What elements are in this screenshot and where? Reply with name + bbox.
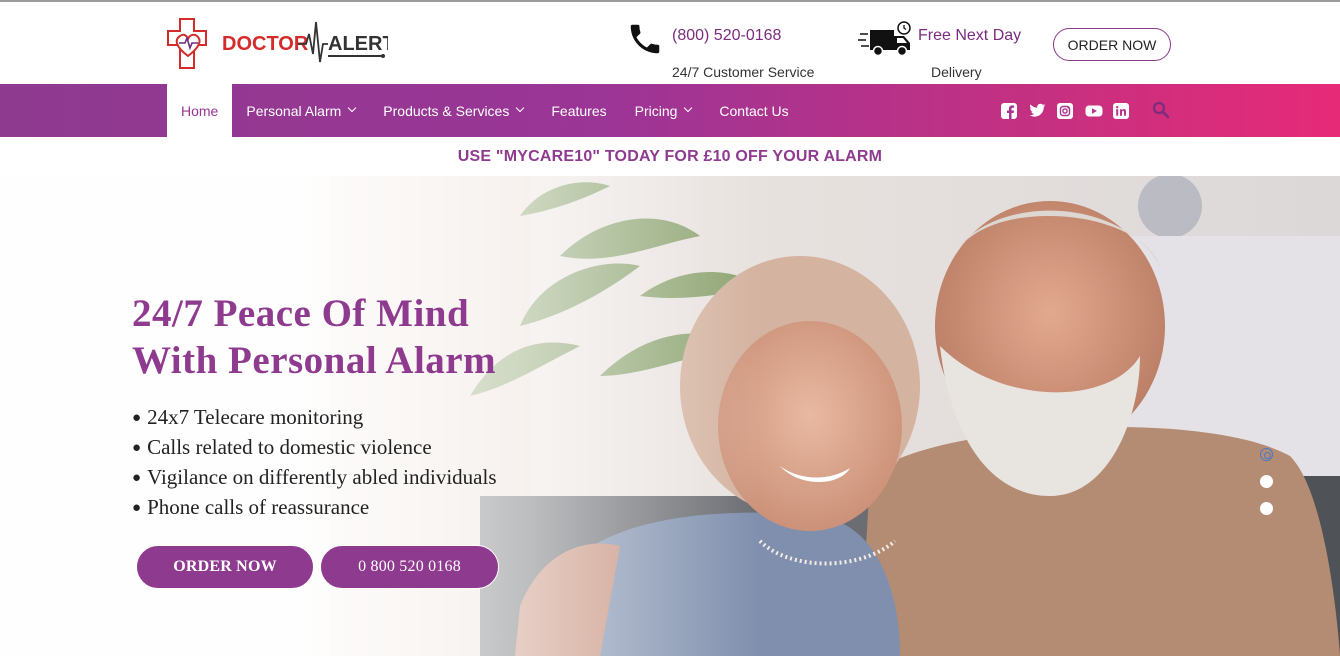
nav-item-label: Features [551, 102, 607, 119]
twitter-icon[interactable] [1029, 103, 1046, 119]
linkedin-icon[interactable] [1113, 103, 1129, 119]
doctor-alert-logo[interactable]: DOCTOR ALERT [166, 16, 388, 70]
social-links [1001, 103, 1129, 119]
slider-dots [1259, 446, 1275, 518]
slider-dot-1[interactable] [1260, 448, 1273, 461]
nav-item-label: Personal Alarm [246, 102, 342, 119]
list-item: Vigilance on differently abled individua… [132, 464, 496, 494]
logo-image: DOCTOR ALERT [167, 18, 388, 69]
slider-dot-3[interactable] [1260, 502, 1273, 515]
nav-item-label: Pricing [634, 102, 678, 119]
nav-item-personal-alarm[interactable]: Personal Alarm [232, 84, 369, 137]
svg-text:ALERT: ALERT [328, 33, 388, 55]
svg-text:DOCTOR: DOCTOR [222, 33, 309, 55]
hero-order-now-button[interactable]: ORDER NOW [136, 545, 314, 589]
promo-text: USE "MYCARE10" TODAY FOR £10 OFF YOUR AL… [457, 147, 883, 165]
header-order-now-button[interactable]: ORDER NOW [1053, 28, 1171, 61]
nav-menu: Home Personal Alarm Products & Services … [167, 84, 803, 137]
nav-item-features[interactable]: Features [537, 84, 620, 137]
delivery-truck-icon [858, 20, 914, 60]
list-item: Calls related to domestic violence [132, 434, 497, 464]
phone-number-link[interactable]: (800) 520-0168 [672, 27, 781, 45]
nav-item-pricing[interactable]: Pricing [621, 84, 706, 137]
youtube-icon[interactable] [1085, 103, 1103, 119]
nav-item-home[interactable]: Home [167, 84, 233, 137]
chevron-down-icon [348, 103, 357, 112]
delivery-title: Free Next Day [918, 27, 1022, 44]
nav-item-products-services[interactable]: Products & Services [369, 84, 537, 137]
customer-service-block: (800) 520-0168 24/7 Customer Service [626, 20, 836, 82]
hero-slider: 24/7 Peace Of Mind With Personal Alarm 2… [0, 176, 1340, 656]
search-icon[interactable] [1152, 101, 1170, 119]
hero-call-button[interactable]: 0 800 520 0168 [320, 545, 499, 589]
nav-item-contact-us[interactable]: Contact Us [705, 84, 802, 137]
hero-title: 24/7 Peace Of Mind With Personal Alarm [132, 290, 602, 384]
delivery-block: Free Next Day Delivery [858, 18, 1048, 82]
nav-item-label: Products & Services [383, 102, 510, 119]
customer-service-label: 24/7 Customer Service [672, 64, 815, 80]
hero-feature-list: 24x7 Telecare monitoring Calls related t… [132, 404, 497, 524]
slider-dot-2[interactable] [1260, 475, 1273, 488]
facebook-icon[interactable] [1001, 103, 1017, 119]
list-item: 24x7 Telecare monitoring [132, 404, 497, 434]
phone-icon [626, 20, 664, 58]
delivery-subtitle: Delivery [931, 64, 982, 80]
list-item: Phone calls of reassurance [132, 494, 497, 524]
hero-title-line: With Personal Alarm [132, 339, 497, 382]
chevron-down-icon [516, 103, 525, 112]
instagram-icon[interactable] [1057, 103, 1073, 119]
main-navigation: Home Personal Alarm Products & Services … [0, 84, 1340, 137]
site-header: DOCTOR ALERT (800) 520-0168 24/7 Custome… [0, 2, 1340, 84]
chevron-down-icon [684, 103, 693, 112]
promo-banner: USE "MYCARE10" TODAY FOR £10 OFF YOUR AL… [0, 137, 1340, 176]
hero-title-line: 24/7 Peace Of Mind [132, 292, 470, 335]
nav-item-label: Contact Us [719, 102, 789, 119]
nav-item-label: Home [181, 102, 219, 119]
